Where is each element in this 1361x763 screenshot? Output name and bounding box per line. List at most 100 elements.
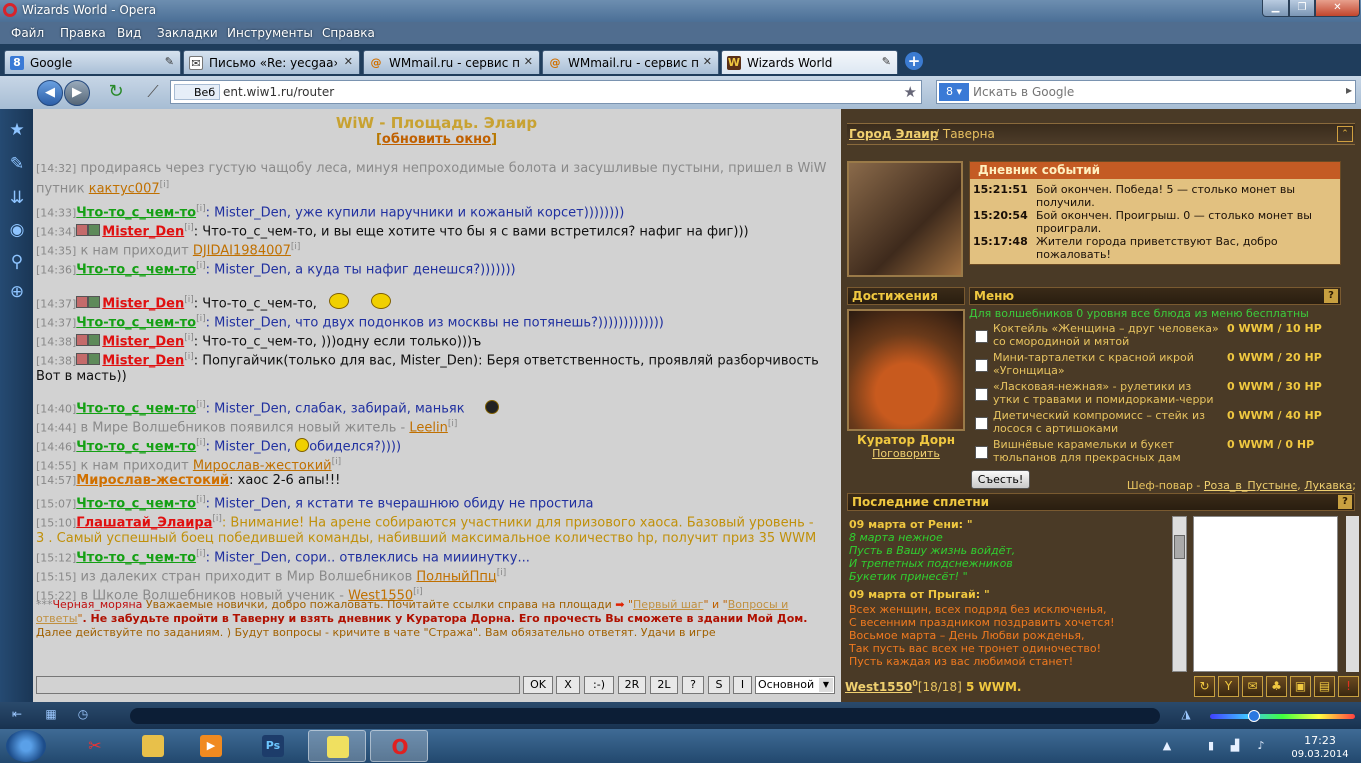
- talk-link[interactable]: Поговорить: [847, 447, 965, 460]
- tab-wmmail-1[interactable]: @ WMmail.ru - сервис п... ✕: [363, 50, 540, 74]
- bookmarks-panel-icon[interactable]: ★: [6, 119, 28, 141]
- menu-file[interactable]: Файл: [11, 26, 44, 40]
- search-go-icon[interactable]: ▸: [1346, 83, 1352, 97]
- tab-mail[interactable]: ✉ Письмо «Re: yecgaa» ... ✕: [183, 50, 360, 74]
- chef-link[interactable]: Роза_в_Пустыне: [1204, 479, 1297, 492]
- opera-logo-icon[interactable]: [3, 3, 17, 17]
- send-button[interactable]: OK: [523, 676, 553, 694]
- zoom-slider[interactable]: [1210, 714, 1355, 719]
- menu-help[interactable]: Справка: [322, 26, 375, 40]
- forward-button[interactable]: ▶: [64, 80, 90, 106]
- menu-item-checkbox[interactable]: [975, 417, 988, 430]
- tab-close-icon[interactable]: ✕: [524, 55, 533, 68]
- turbo-icon[interactable]: ◷: [74, 707, 92, 723]
- search-panel-icon[interactable]: ⚲: [6, 251, 28, 273]
- taskbar-app-snipping[interactable]: ✂: [66, 730, 124, 762]
- chat-nick[interactable]: DJIDAI1984007: [193, 243, 291, 258]
- mail-tool-icon[interactable]: ✉: [1242, 676, 1263, 697]
- chat-nick[interactable]: Что-то_с_чем-то: [76, 496, 196, 511]
- menu-help-button[interactable]: ?: [1324, 289, 1338, 303]
- unite-icon[interactable]: ▦: [42, 707, 60, 723]
- alert-tool-icon[interactable]: !: [1338, 676, 1359, 697]
- tab-google[interactable]: 8 Google ✎: [4, 50, 181, 74]
- chat-nick[interactable]: Mister_Den: [102, 296, 184, 311]
- tab-close-icon[interactable]: ✎: [165, 55, 174, 68]
- first-step-link[interactable]: Первый шаг: [633, 598, 703, 611]
- chat-nick[interactable]: Leelin: [409, 420, 447, 435]
- chat-nick[interactable]: Что-то_с_чем-то: [76, 205, 196, 220]
- gossip-help-button[interactable]: ?: [1338, 495, 1352, 509]
- network-icon[interactable]: ▟: [1228, 739, 1242, 753]
- tab-wizards-world[interactable]: W Wizards World ✎: [721, 50, 898, 74]
- eat-button[interactable]: Съесть!: [971, 470, 1030, 489]
- chat-nick[interactable]: Что-то_с_чем-то: [76, 262, 196, 277]
- clock-date[interactable]: 09.03.2014: [1286, 749, 1354, 760]
- tab-close-icon[interactable]: ✎: [882, 55, 891, 68]
- city-link[interactable]: Город Элаир: [849, 127, 938, 141]
- search-input[interactable]: [973, 83, 1333, 101]
- chat-nick[interactable]: Что-то_с_чем-то: [76, 550, 196, 565]
- chat-nick[interactable]: Мирослав-жестокий: [76, 473, 229, 488]
- widgets-panel-icon[interactable]: ◉: [6, 219, 28, 241]
- chat-nick[interactable]: Mister_Den: [102, 224, 184, 239]
- menu-item-checkbox[interactable]: [975, 388, 988, 401]
- maximize-button[interactable]: ❐: [1289, 0, 1315, 17]
- refresh-tool-icon[interactable]: ↻: [1194, 676, 1215, 697]
- menu-bookmarks[interactable]: Закладки: [157, 26, 218, 40]
- menu-view[interactable]: Вид: [117, 26, 141, 40]
- minimize-button[interactable]: ▁: [1262, 0, 1289, 17]
- gossip-scrollbar[interactable]: [1172, 516, 1187, 672]
- book-tool-icon[interactable]: ▤: [1314, 676, 1335, 697]
- clear-button[interactable]: X: [556, 676, 580, 694]
- scroll-2r-button[interactable]: 2R: [618, 676, 646, 694]
- menu-item-checkbox[interactable]: [975, 330, 988, 343]
- chat-nick[interactable]: Мирослав-жестокий: [193, 458, 332, 473]
- shop-tool-icon[interactable]: ▣: [1290, 676, 1311, 697]
- chef-link[interactable]: Лукавка: [1304, 479, 1352, 492]
- channel-select[interactable]: Основной ▼: [755, 676, 835, 694]
- clock-time[interactable]: 17:23: [1296, 734, 1344, 747]
- achievements-header[interactable]: Достижения: [847, 287, 965, 305]
- taskbar-app-photoshop[interactable]: Ps: [244, 730, 302, 762]
- new-tab-button[interactable]: +: [905, 52, 923, 70]
- downloads-panel-icon[interactable]: ⇊: [6, 187, 28, 209]
- scroll-2l-button[interactable]: 2L: [650, 676, 678, 694]
- menu-item-checkbox[interactable]: [975, 446, 988, 459]
- collapse-icon[interactable]: ⌃: [1337, 126, 1353, 142]
- search-field[interactable]: 8 ▾ ▸: [936, 80, 1356, 104]
- curator-portrait[interactable]: [847, 309, 965, 431]
- help-button[interactable]: ?: [682, 676, 704, 694]
- gossip-input[interactable]: [1193, 516, 1338, 672]
- start-button[interactable]: [6, 730, 46, 762]
- taskbar-app-media[interactable]: ▶: [182, 730, 240, 762]
- view-icon[interactable]: ◮: [1177, 707, 1195, 723]
- panel-toggle-icon[interactable]: ⇤: [8, 707, 26, 723]
- search-engine-selector[interactable]: 8 ▾: [939, 83, 969, 101]
- menu-item-checkbox[interactable]: [975, 359, 988, 372]
- chat-nick[interactable]: Что-то_с_чем-то: [76, 439, 196, 454]
- taskbar-app-explorer[interactable]: [124, 730, 182, 762]
- chat-nick[interactable]: ПолныйПпц: [416, 569, 496, 584]
- taskbar-app-opera[interactable]: O: [370, 730, 428, 762]
- tray-expand-icon[interactable]: ▲: [1160, 739, 1174, 753]
- inventory-tool-icon[interactable]: ♣: [1266, 676, 1287, 697]
- reload-icon[interactable]: ↻: [103, 80, 129, 106]
- panel-scrollbar[interactable]: [1346, 516, 1359, 672]
- chat-input[interactable]: [36, 676, 520, 694]
- smiles-button[interactable]: :-): [584, 676, 614, 694]
- back-button[interactable]: ◀: [37, 80, 63, 106]
- i-button[interactable]: I: [733, 676, 752, 694]
- web-badge[interactable]: Веб: [174, 84, 221, 100]
- player-nick[interactable]: West1550: [845, 680, 912, 694]
- chat-nick[interactable]: Глашатай_Элаира: [76, 515, 212, 530]
- add-panel-icon[interactable]: ⊕: [6, 281, 28, 303]
- menu-tools[interactable]: Инструменты: [227, 26, 313, 40]
- close-button[interactable]: ✕: [1315, 0, 1360, 17]
- tab-wmmail-2[interactable]: @ WMmail.ru - сервис п... ✕: [542, 50, 719, 74]
- refresh-link[interactable]: [обновить окно]: [33, 132, 840, 147]
- chat-nick[interactable]: кактус007: [89, 181, 160, 196]
- chat-nick[interactable]: Что-то_с_чем-то: [76, 315, 196, 330]
- notes-panel-icon[interactable]: ✎: [6, 153, 28, 175]
- chat-nick[interactable]: Mister_Den: [102, 334, 184, 349]
- volume-icon[interactable]: ♪: [1254, 739, 1268, 753]
